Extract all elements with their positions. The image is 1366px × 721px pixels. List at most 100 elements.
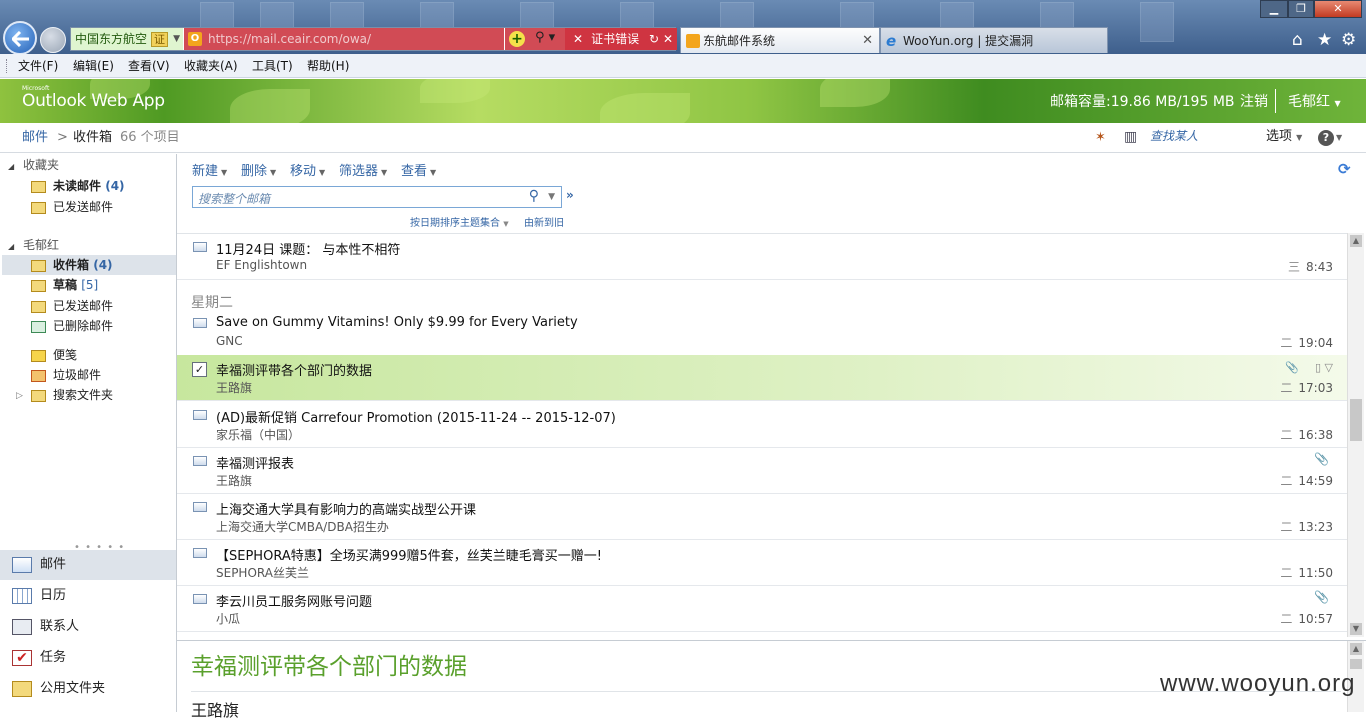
- expand-search-icon[interactable]: »: [566, 188, 574, 202]
- module-contacts[interactable]: 联系人: [0, 612, 176, 642]
- maximize-button[interactable]: ❐: [1288, 0, 1314, 18]
- toolbar-label: 新建: [192, 164, 219, 179]
- selected-checkbox[interactable]: ✓: [192, 362, 207, 377]
- search-icon[interactable]: ⚲ ▾: [535, 30, 555, 45]
- options-menu[interactable]: 选项 ▼: [1266, 123, 1302, 152]
- site-identity[interactable]: 中国东方航空证 ▼: [71, 28, 183, 50]
- folder-deleted[interactable]: 已删除邮件: [31, 317, 113, 335]
- menu-tools[interactable]: 工具(T): [252, 54, 293, 78]
- menu-edit[interactable]: 编辑(E): [73, 54, 114, 78]
- sort-by-menu[interactable]: 按日期排序主题集合 ▼: [410, 214, 509, 229]
- breadcrumb-mail[interactable]: 邮件: [22, 123, 48, 153]
- message-day: 二: [1280, 566, 1293, 580]
- user-menu[interactable]: 毛郁红 ▼: [1288, 91, 1341, 111]
- header-divider: [1275, 89, 1276, 113]
- find-someone-link[interactable]: 查找某人: [1150, 123, 1198, 149]
- stop-icon[interactable]: ✕: [663, 28, 673, 50]
- new-item-icon[interactable]: ✶: [1095, 130, 1106, 145]
- menu-favorites[interactable]: 收藏夹(A): [184, 54, 238, 78]
- item-count: 66 个项目: [120, 130, 180, 145]
- back-button[interactable]: [3, 21, 37, 54]
- view-button[interactable]: 查看 ▼: [401, 160, 436, 179]
- collapse-triangle-icon[interactable]: ◢: [8, 162, 14, 171]
- chevron-down-icon[interactable]: ▼: [173, 28, 180, 50]
- close-window-button[interactable]: ✕: [1314, 0, 1362, 18]
- delete-button[interactable]: 删除 ▼: [241, 160, 276, 179]
- message-list-scrollbar[interactable]: ▲ ▼: [1347, 233, 1364, 637]
- message-row[interactable]: 李云川员工服务网账号问题 小瓜 📎 二 10:57: [177, 586, 1347, 632]
- scroll-up-icon[interactable]: ▲: [1350, 235, 1362, 247]
- message-row-selected[interactable]: ✓ 幸福测评带各个部门的数据 王路旗 📎 ▯ ▽ 二 17:03: [177, 355, 1347, 401]
- favorites-group[interactable]: 收藏夹: [23, 156, 59, 174]
- message-row[interactable]: Save on Gummy Vitamins! Only $9.99 for E…: [177, 310, 1347, 356]
- tab-wooyun[interactable]: e WooYun.org | 提交漏洞: [880, 27, 1108, 53]
- address-book-icon[interactable]: ▥: [1124, 129, 1137, 145]
- logout-link[interactable]: 注销: [1240, 91, 1268, 111]
- mailbox-group[interactable]: 毛郁红: [23, 236, 59, 254]
- chevron-down-icon: ▼: [503, 220, 509, 228]
- module-mail[interactable]: 邮件: [0, 550, 176, 580]
- module-label: 邮件: [40, 557, 67, 572]
- menu-view[interactable]: 查看(V): [128, 54, 170, 78]
- chevron-down-icon: ▼: [221, 168, 228, 177]
- message-row[interactable]: 幸福测评报表 王路旗 📎 二 14:59: [177, 448, 1347, 494]
- home-icon[interactable]: ⌂: [1292, 30, 1303, 50]
- forward-button[interactable]: [40, 27, 66, 53]
- module-calendar[interactable]: 日历: [0, 581, 176, 611]
- message-time-value: 19:04: [1298, 336, 1333, 350]
- message-row[interactable]: (AD)最新促销 Carrefour Promotion (2015-11-24…: [177, 402, 1347, 448]
- search-input[interactable]: 搜索整个邮箱 ⚲ ▼: [192, 186, 562, 208]
- certificate-error-label: 证书错误: [591, 32, 640, 46]
- folder-search-folders[interactable]: 搜索文件夹: [31, 386, 113, 404]
- folder-fav-sent[interactable]: 已发送邮件: [31, 198, 113, 216]
- folder-drafts[interactable]: 草稿 [5]: [31, 276, 98, 294]
- folder-notes[interactable]: 便笺: [31, 346, 77, 364]
- toolbar-label: 移动: [290, 164, 317, 179]
- refresh-icon[interactable]: ⟳: [1338, 160, 1351, 178]
- message-subject: (AD)最新促销 Carrefour Promotion (2015-11-24…: [216, 411, 616, 426]
- help-icon[interactable]: ?: [1318, 130, 1334, 146]
- favorites-star-icon[interactable]: ★: [1317, 30, 1332, 50]
- filter-button[interactable]: 筛选器 ▼: [339, 160, 387, 179]
- message-row[interactable]: 【SEPHORA特惠】全场买满999赠5件套，丝芙兰睫毛膏买一赠一! SEPHO…: [177, 540, 1347, 586]
- module-public-folders[interactable]: 公用文件夹: [0, 674, 176, 704]
- chevron-down-icon[interactable]: ▼: [1336, 133, 1342, 142]
- address-bar[interactable]: 中国东方航空证 ▼ O https://mail.ceair.com/owa/ +…: [70, 27, 677, 51]
- collapse-triangle-icon[interactable]: ◢: [8, 242, 14, 251]
- new-button[interactable]: 新建 ▼: [192, 160, 227, 179]
- add-icon[interactable]: +: [509, 31, 525, 47]
- scroll-thumb[interactable]: [1350, 399, 1362, 441]
- folder-junk[interactable]: 垃圾邮件: [31, 366, 101, 384]
- close-tab-icon[interactable]: ✕: [862, 28, 873, 54]
- message-row[interactable]: 11月24日 课题： 与本性不相符 EF Englishtown 三 8:43: [177, 234, 1347, 280]
- scroll-down-icon[interactable]: ▼: [1350, 623, 1362, 635]
- folder-inbox[interactable]: 收件箱 (4): [31, 256, 113, 274]
- chevron-down-icon[interactable]: ▼: [548, 192, 555, 202]
- scroll-up-icon[interactable]: ▲: [1350, 643, 1362, 655]
- url-text[interactable]: https://mail.ceair.com/owa/: [208, 28, 371, 50]
- move-button[interactable]: 移动 ▼: [290, 160, 325, 179]
- url-field[interactable]: O https://mail.ceair.com/owa/: [184, 28, 504, 50]
- refresh-icon[interactable]: ↻: [649, 28, 659, 50]
- menu-help[interactable]: 帮助(H): [307, 54, 349, 78]
- tab-mail[interactable]: 东航邮件系统 ✕: [680, 27, 880, 53]
- gear-icon[interactable]: ⚙: [1341, 30, 1356, 50]
- module-tasks[interactable]: ✔ 任务: [0, 643, 176, 673]
- draft-count: [5]: [81, 278, 99, 292]
- folder-sent[interactable]: 已发送邮件: [31, 297, 113, 315]
- module-label: 联系人: [40, 619, 80, 634]
- expand-triangle-icon[interactable]: ▷: [16, 391, 23, 401]
- sort-order-link[interactable]: 由新到旧: [524, 214, 564, 229]
- decor-leaf: [420, 79, 490, 103]
- menu-file[interactable]: 文件(F): [18, 54, 58, 78]
- certificate-error[interactable]: ✕ 证书错误 ↻ ✕: [565, 28, 677, 50]
- message-row[interactable]: 上海交通大学具有影响力的高端实战型公开课 上海交通大学CMBA/DBA招生办 二…: [177, 494, 1347, 540]
- flag-icon[interactable]: ▯ ▽: [1315, 361, 1333, 374]
- scroll-thumb[interactable]: [1350, 659, 1362, 669]
- search-icon[interactable]: ⚲: [529, 188, 539, 204]
- minimize-button[interactable]: ▁: [1260, 0, 1288, 18]
- envelope-icon: [193, 502, 207, 512]
- folder-icon: [31, 300, 46, 313]
- search-folder-icon: [31, 389, 46, 402]
- folder-unread-mail[interactable]: 未读邮件 (4): [31, 177, 125, 195]
